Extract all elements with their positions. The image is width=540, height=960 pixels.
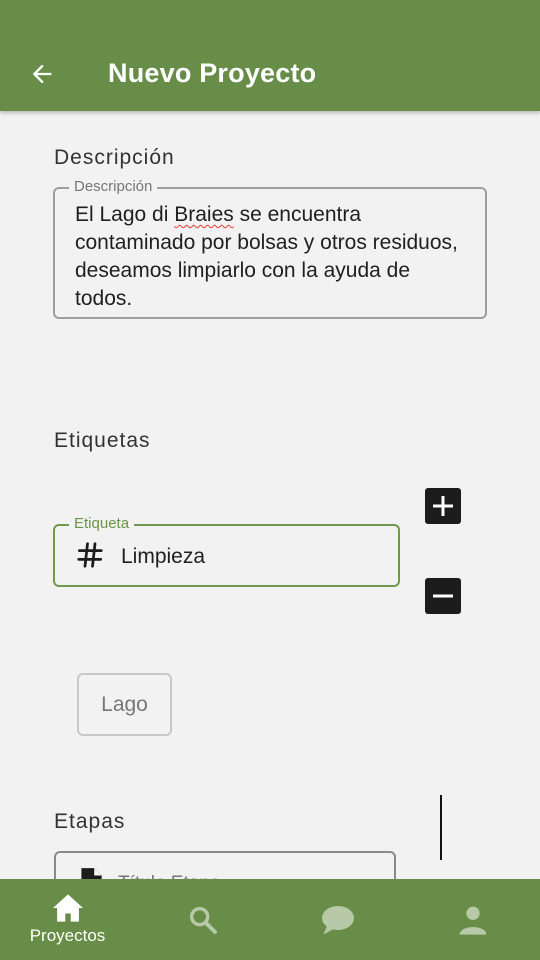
home-icon — [52, 894, 83, 922]
text-cursor — [440, 795, 442, 860]
page-title: Nuevo Proyecto — [108, 58, 317, 88]
tag-field[interactable]: Etiqueta Limpieza — [53, 515, 400, 587]
tags-section-title: Etiquetas — [54, 429, 151, 452]
tag-field-label: Etiqueta — [69, 515, 135, 533]
add-tag-button[interactable] — [425, 488, 461, 524]
description-field[interactable]: Descripción El Lago di Braies se encuent… — [53, 178, 487, 319]
tag-chip-lago[interactable]: Lago — [77, 673, 172, 736]
misspelled-word[interactable]: Braies — [174, 203, 234, 226]
nav-item-search[interactable] — [135, 879, 270, 960]
plus-icon — [433, 496, 453, 516]
arrow-left-icon — [32, 64, 52, 84]
description-text-part: El Lago di — [75, 203, 175, 226]
description-section-title: Descripción — [54, 146, 175, 169]
chat-icon — [321, 905, 354, 935]
app-bar: Nuevo Proyecto — [0, 0, 540, 111]
hash-icon — [77, 542, 103, 568]
description-field-label: Descripción — [69, 178, 158, 196]
nav-item-proyectos-label: Proyectos — [29, 926, 106, 945]
tag-field-value[interactable]: Limpieza — [121, 545, 205, 569]
description-text[interactable]: El Lago di Braies se encuentra contamina… — [75, 201, 467, 313]
remove-tag-button[interactable] — [425, 578, 461, 614]
nav-item-profile[interactable] — [405, 879, 540, 960]
stages-section-title: Etapas — [54, 810, 126, 833]
minus-icon — [433, 594, 453, 598]
person-icon — [459, 906, 486, 935]
nav-item-chat[interactable] — [270, 879, 405, 960]
search-icon — [189, 906, 217, 934]
bottom-navigation: Proyectos — [0, 879, 540, 960]
nav-item-proyectos[interactable]: Proyectos — [0, 879, 135, 960]
back-button[interactable] — [22, 54, 62, 94]
